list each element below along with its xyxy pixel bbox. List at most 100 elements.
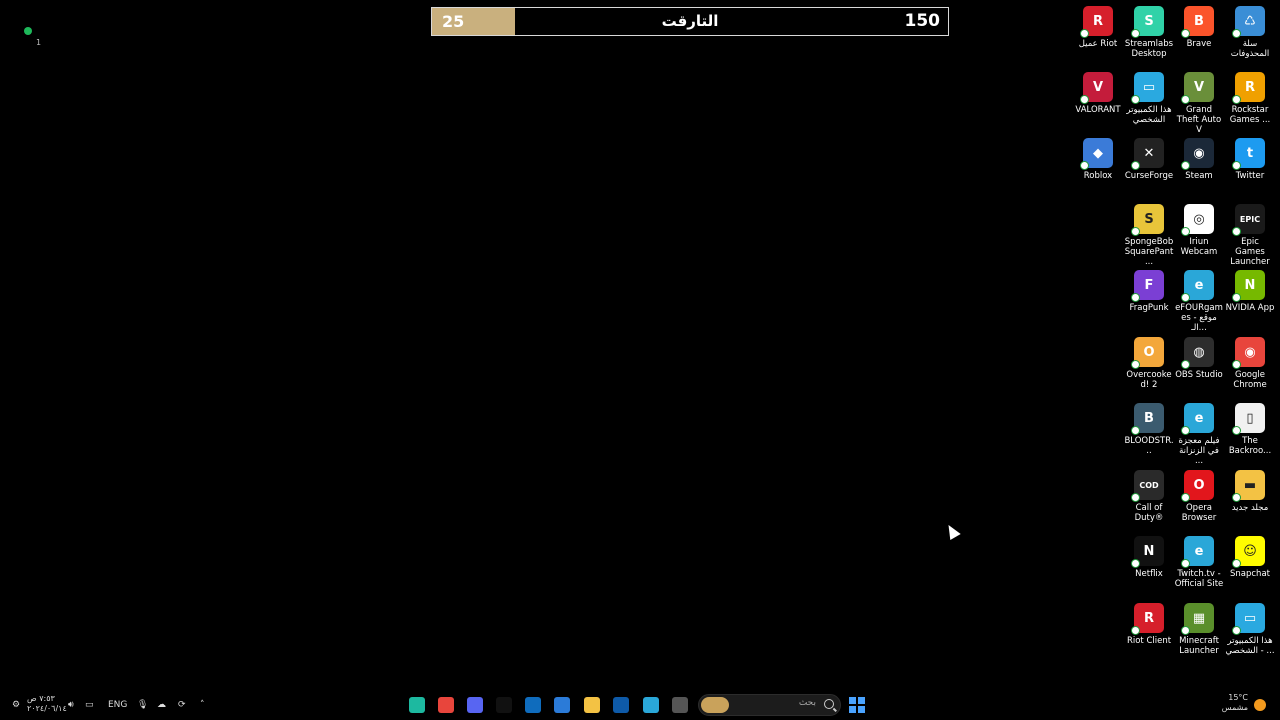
desktop-icon-label: VALORANT (1075, 105, 1121, 115)
app-tray-icon[interactable]: ⟳ (178, 697, 186, 713)
desktop-icon[interactable]: e فيلم معجزة في الزنزانة ... (1174, 403, 1224, 466)
nvidia-icon: N (1232, 270, 1265, 302)
network-icon[interactable]: ▭ (85, 697, 94, 713)
desktop-icon[interactable]: ▬ مجلد جديد (1225, 470, 1275, 513)
gta-v-icon: V (1181, 72, 1214, 104)
taskbar-clock[interactable]: ٧:٥٣ ص ٢٠٢٤/٠٦/١٤ (27, 694, 67, 714)
desktop-icon[interactable]: ▦ Minecraft Launcher (1174, 603, 1224, 656)
sync-status-check-icon (1232, 360, 1241, 369)
desktop-icon[interactable]: ◆ Roblox (1073, 138, 1123, 181)
desktop-icon[interactable]: S SpongeBob SquarePant... (1124, 204, 1174, 267)
desktop-icon[interactable]: N Netflix (1124, 536, 1174, 579)
desktop-icon[interactable]: R عميل Riot (1073, 6, 1123, 49)
curseforge-icon: ✕ (1131, 138, 1164, 170)
weather-widget[interactable]: 15°C مشمس (1222, 693, 1266, 713)
desktop-icon[interactable]: R Riot Client (1124, 603, 1174, 646)
obs-icon: ◍ (1181, 337, 1214, 369)
edge-icon[interactable] (643, 697, 659, 713)
gallery-icon[interactable] (409, 697, 425, 713)
desktop-icon[interactable]: ▭ هذا الكمبيوتر الشخصي (1124, 72, 1174, 125)
epic-games-icon: EPIC (1232, 204, 1265, 236)
outlook-icon[interactable] (525, 697, 541, 713)
settings-tray-icon[interactable]: ⚙ (12, 697, 20, 713)
rockstar-icon: R (1232, 72, 1265, 104)
desktop-icon[interactable]: O Overcooked! 2 (1124, 337, 1174, 390)
sync-status-check-icon (1232, 559, 1241, 568)
this-pc-icon: ▭ (1131, 72, 1164, 104)
window-icon[interactable] (672, 697, 688, 713)
steam-icon: ◉ (1181, 138, 1214, 170)
desktop-icon[interactable]: ☺ Snapchat (1225, 536, 1275, 579)
desktop-icon[interactable]: N NVIDIA App (1225, 270, 1275, 313)
desktop-icon-label: هذا الكمبيوتر - الشخصي ... (1225, 636, 1275, 656)
desktop-icon-label: Opera Browser (1181, 503, 1217, 523)
store-icon[interactable] (554, 697, 570, 713)
sync-status-check-icon (1232, 227, 1241, 236)
taskbar-search[interactable]: بحث (698, 694, 841, 716)
desktop-icon[interactable]: ◍ OBS Studio (1174, 337, 1224, 380)
desktop-icon[interactable]: B Brave (1174, 6, 1224, 49)
desktop-icon[interactable]: ▭ هذا الكمبيوتر - الشخصي ... (1225, 603, 1275, 656)
desktop-icon-label: Rockstar Games ... (1229, 105, 1271, 125)
language-indicator[interactable]: ENG (108, 697, 127, 713)
desktop-icon-label: BLOODSTR... (1124, 436, 1174, 456)
desktop-icon[interactable]: ▯ The Backroo... (1225, 403, 1275, 456)
sync-status-check-icon (1181, 95, 1190, 104)
sync-status-check-icon (1131, 493, 1140, 502)
desktop-icon[interactable]: ✕ CurseForge (1124, 138, 1174, 181)
recycle-bin-icon: ♺ (1232, 6, 1265, 38)
desktop-icon[interactable]: R Rockstar Games ... (1225, 72, 1275, 125)
sync-status-check-icon (1131, 29, 1140, 38)
iriun-webcam-icon: ◎ (1181, 204, 1214, 236)
microphone-icon[interactable]: 🎙︎ (137, 697, 148, 713)
bloodstrike-icon: B (1131, 403, 1164, 435)
task-view-icon[interactable] (613, 697, 629, 713)
desktop-icon[interactable]: V Grand Theft Auto V (1174, 72, 1224, 135)
chrome-icon: ◉ (1232, 337, 1265, 369)
desktop-icon[interactable]: B BLOODSTR... (1124, 403, 1174, 456)
desktop-icon[interactable]: COD Call of Duty® (1124, 470, 1174, 523)
onedrive-icon[interactable]: ☁ (157, 697, 166, 713)
sync-status-check-icon (1181, 227, 1190, 236)
sync-status-check-icon (1181, 161, 1190, 170)
desktop-icon-label: Epic Games Launcher (1230, 237, 1270, 267)
desktop-icon[interactable]: ◎ Iriun Webcam (1174, 204, 1224, 257)
desktop-icon[interactable]: e eFOURgames - موقع الـ... (1174, 270, 1224, 333)
desktop-icon[interactable]: e Twitch.tv - Official Site (1174, 536, 1224, 589)
desktop-icon[interactable]: t Twitter (1225, 138, 1275, 181)
file-explorer-icon[interactable] (584, 697, 600, 713)
desktop-icon[interactable]: ◉ Steam (1174, 138, 1224, 181)
sun-icon (1254, 699, 1266, 711)
spongebob-icon: S (1131, 204, 1164, 236)
desktop-icon-label: مجلد جديد (1231, 503, 1269, 513)
show-hidden-icons-chevron-icon[interactable]: ˄ (200, 697, 205, 713)
tiktok-icon[interactable] (496, 697, 512, 713)
sync-status-check-icon (1181, 426, 1190, 435)
sync-status-check-icon (1131, 426, 1140, 435)
desktop-icon[interactable]: V VALORANT (1073, 72, 1123, 115)
desktop-icon-label: Grand Theft Auto V (1176, 105, 1222, 135)
clock-date: ٢٠٢٤/٠٦/١٤ (27, 704, 67, 713)
desktop-icon-label: The Backroo... (1228, 436, 1272, 456)
desktop-icon[interactable]: EPIC Epic Games Launcher (1225, 204, 1275, 267)
sync-status-check-icon (1080, 161, 1089, 170)
sync-status-check-icon (1181, 626, 1190, 635)
chrome-icon[interactable] (438, 697, 454, 713)
sync-status-check-icon (1181, 493, 1190, 502)
desktop-icon[interactable]: ◉ Google Chrome (1225, 337, 1275, 390)
start-button-windows-icon[interactable] (849, 697, 865, 713)
desktop-icon[interactable]: F FragPunk (1124, 270, 1174, 313)
desktop-icon[interactable]: ♺ سلة المحذوفات (1225, 6, 1275, 59)
riot-client-icon: R (1131, 603, 1164, 635)
desktop-icon-label: Iriun Webcam (1180, 237, 1218, 257)
fragpunk-icon: F (1131, 270, 1164, 302)
desktop-icon[interactable]: S Streamlabs Desktop (1124, 6, 1174, 59)
discord-icon[interactable] (467, 697, 483, 713)
sync-status-check-icon (1232, 293, 1241, 302)
sync-status-check-icon (1080, 95, 1089, 104)
sync-status-check-icon (1080, 29, 1089, 38)
sync-status-check-icon (1131, 559, 1140, 568)
sync-status-check-icon (1232, 95, 1241, 104)
volume-icon[interactable]: 🔊︎ (68, 697, 74, 713)
desktop-icon[interactable]: O Opera Browser (1174, 470, 1224, 523)
